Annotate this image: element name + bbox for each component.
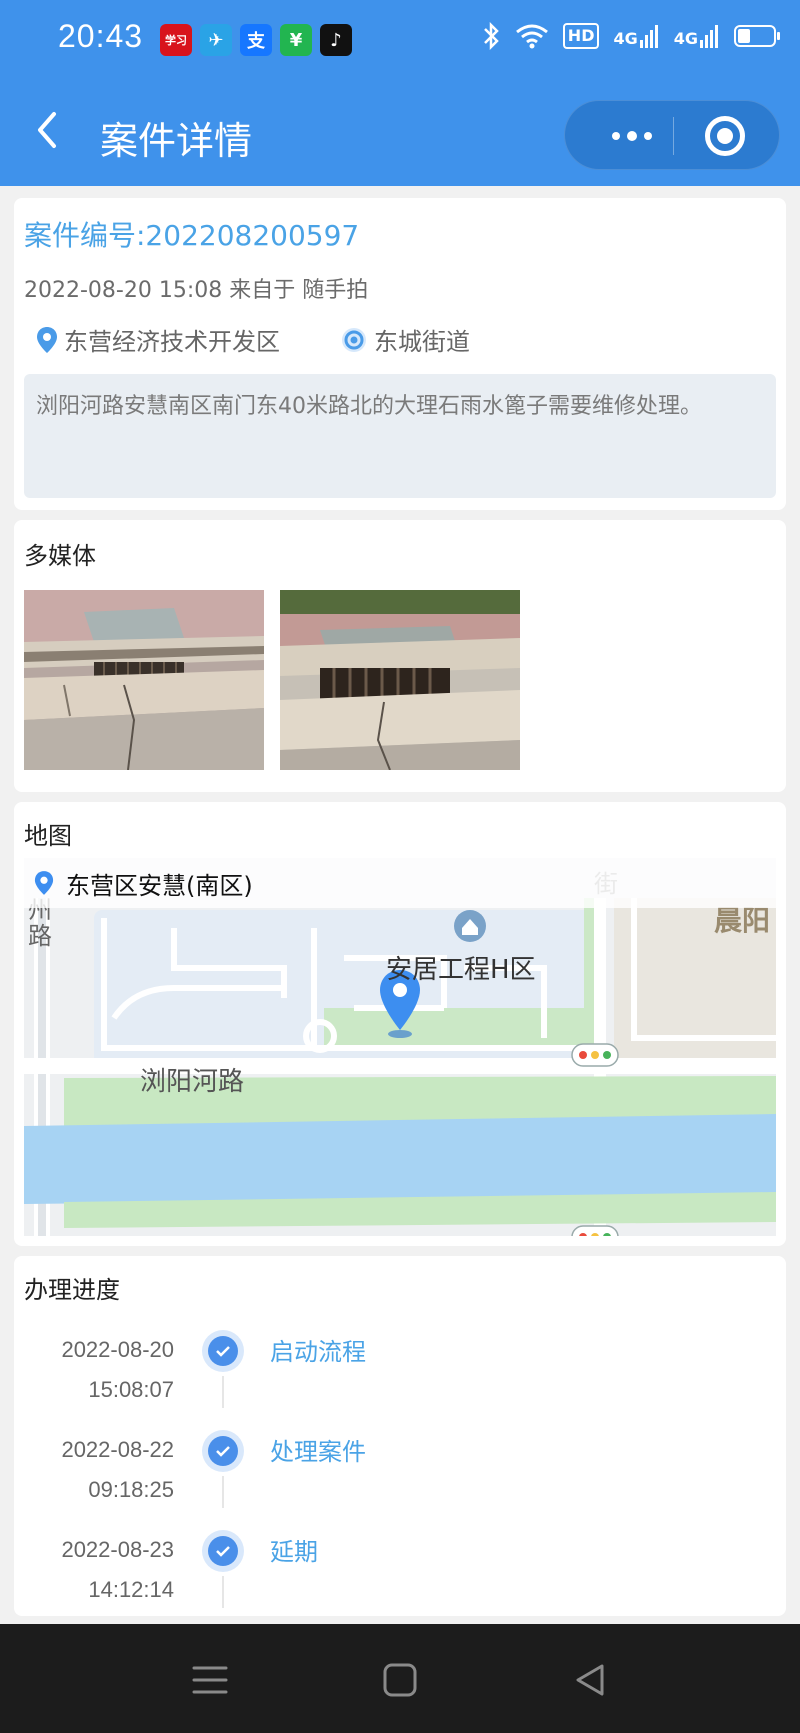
- district-location: 东营经济技术开发区: [36, 322, 280, 357]
- hd-badge: HD: [562, 23, 600, 49]
- timeline-connector: [222, 1376, 224, 1408]
- back-triangle-icon[interactable]: [568, 1658, 612, 1702]
- map-location-name: 东营区安慧(南区): [66, 871, 253, 900]
- district-name: 东营经济技术开发区: [64, 328, 280, 356]
- step-datetime: 2022-08-20 15:08:07: [61, 1330, 174, 1410]
- step-date: 2022-08-22: [61, 1437, 174, 1462]
- home-poi-icon: [454, 910, 486, 942]
- location-pin-icon: [37, 326, 57, 353]
- notification-app-icons: 学习 ✈ 支 ¥ ♪: [160, 24, 352, 56]
- timeline-connector: [222, 1476, 224, 1508]
- map-label-lu: 路: [28, 922, 52, 950]
- step-datetime: 2022-08-23 14:12:14: [61, 1530, 174, 1610]
- telegram-app-icon: ✈: [200, 24, 232, 56]
- step-time: 09:18:25: [88, 1477, 174, 1502]
- case-number: 案件编号:202208200597: [24, 219, 360, 252]
- check-icon: [208, 1336, 238, 1366]
- map-location-label: 东营区安慧(南区): [24, 858, 776, 908]
- more-dots-icon[interactable]: [591, 101, 673, 171]
- bluetooth-icon: [483, 22, 499, 50]
- map-title: 地图: [24, 822, 72, 850]
- signal-1: 4G: [613, 24, 659, 48]
- system-nav-bar: [0, 1624, 800, 1733]
- page-title: 案件详情: [100, 119, 253, 163]
- wifi-icon: [515, 24, 548, 49]
- alipay-app-icon: 支: [240, 24, 272, 56]
- signal-bars-icon: [639, 25, 658, 48]
- step-time: 15:08:07: [88, 1377, 174, 1402]
- step-datetime: 2022-08-22 09:18:25: [61, 1430, 174, 1510]
- step-time: 14:12:14: [88, 1577, 174, 1602]
- progress-title: 办理进度: [24, 1276, 120, 1304]
- signal-2: 4G: [674, 24, 720, 48]
- step-label: 延期: [270, 1538, 318, 1566]
- traffic-light-icon: [571, 1043, 619, 1067]
- progress-step: 2022-08-22 09:18:25 处理案件: [14, 1430, 786, 1530]
- network-type-1: 4G: [613, 29, 638, 48]
- media-title: 多媒体: [24, 542, 96, 570]
- step-date: 2022-08-23: [61, 1537, 174, 1562]
- timeline-connector: [222, 1576, 224, 1608]
- nav-bar: 案件详情: [0, 80, 800, 186]
- street-name: 东城街道: [374, 328, 470, 356]
- menu-icon[interactable]: [188, 1658, 232, 1702]
- battery-icon: [734, 25, 780, 47]
- home-square-icon[interactable]: [378, 1658, 422, 1702]
- media-card: 多媒体: [14, 520, 786, 792]
- status-bar: 20:43 学习 ✈ 支 ¥ ♪ HD 4G 4G: [0, 0, 800, 80]
- map-label-road: 浏阳河路: [140, 1067, 244, 1097]
- case-photo-1[interactable]: [24, 590, 264, 770]
- progress-step: 2022-08-20 15:08:07 启动流程: [14, 1330, 786, 1430]
- location-pin-icon: [34, 871, 54, 895]
- map-card: 地图 安居工程H区 浏阳河路 晨阳 州 路 东营区安慧(南区): [14, 802, 786, 1246]
- system-status-icons: HD 4G 4G: [481, 22, 780, 50]
- map-label-chenyang: 晨阳: [714, 904, 770, 937]
- case-meta: 2022-08-20 15:08 来自于 随手拍: [24, 278, 369, 303]
- check-icon: [208, 1436, 238, 1466]
- close-target-icon[interactable]: [705, 116, 745, 156]
- traffic-light-icon: [571, 1225, 619, 1236]
- case-info-card: 案件编号:202208200597 2022-08-20 15:08 来自于 随…: [14, 198, 786, 510]
- xuexi-app-icon: 学习: [160, 24, 192, 56]
- check-icon: [208, 1536, 238, 1566]
- case-description: 浏阳河路安慧南区南门东40米路北的大理石雨水篦子需要维修处理。: [24, 374, 776, 498]
- status-time: 20:43: [58, 18, 144, 54]
- drain-grate-photo-2: [280, 590, 520, 770]
- map-label-community: 安居工程H区: [386, 955, 536, 985]
- miniprogram-capsule: [564, 100, 780, 170]
- target-location-icon: [342, 327, 366, 352]
- step-label: 处理案件: [270, 1438, 366, 1466]
- tiktok-app-icon: ♪: [320, 24, 352, 56]
- map-canvas: 安居工程H区 浏阳河路 晨阳 街 州 路: [24, 858, 776, 1236]
- progress-card: 办理进度 2022-08-20 15:08:07 启动流程 2022-08-22…: [14, 1256, 786, 1616]
- street-location: 东城街道: [340, 322, 470, 357]
- case-photo-2[interactable]: [280, 590, 520, 770]
- capsule-divider: [673, 117, 674, 155]
- network-type-2: 4G: [673, 29, 698, 48]
- back-arrow-icon[interactable]: [30, 110, 70, 150]
- step-date: 2022-08-20: [61, 1337, 174, 1362]
- wechat-pay-app-icon: ¥: [280, 24, 312, 56]
- map-view[interactable]: 安居工程H区 浏阳河路 晨阳 街 州 路 东营区安慧(南区): [24, 858, 776, 1236]
- drain-grate-photo-1: [24, 590, 264, 770]
- step-label: 启动流程: [270, 1338, 366, 1366]
- signal-bars-icon: [700, 25, 718, 48]
- progress-step: 2022-08-23 14:12:14 延期: [14, 1530, 786, 1630]
